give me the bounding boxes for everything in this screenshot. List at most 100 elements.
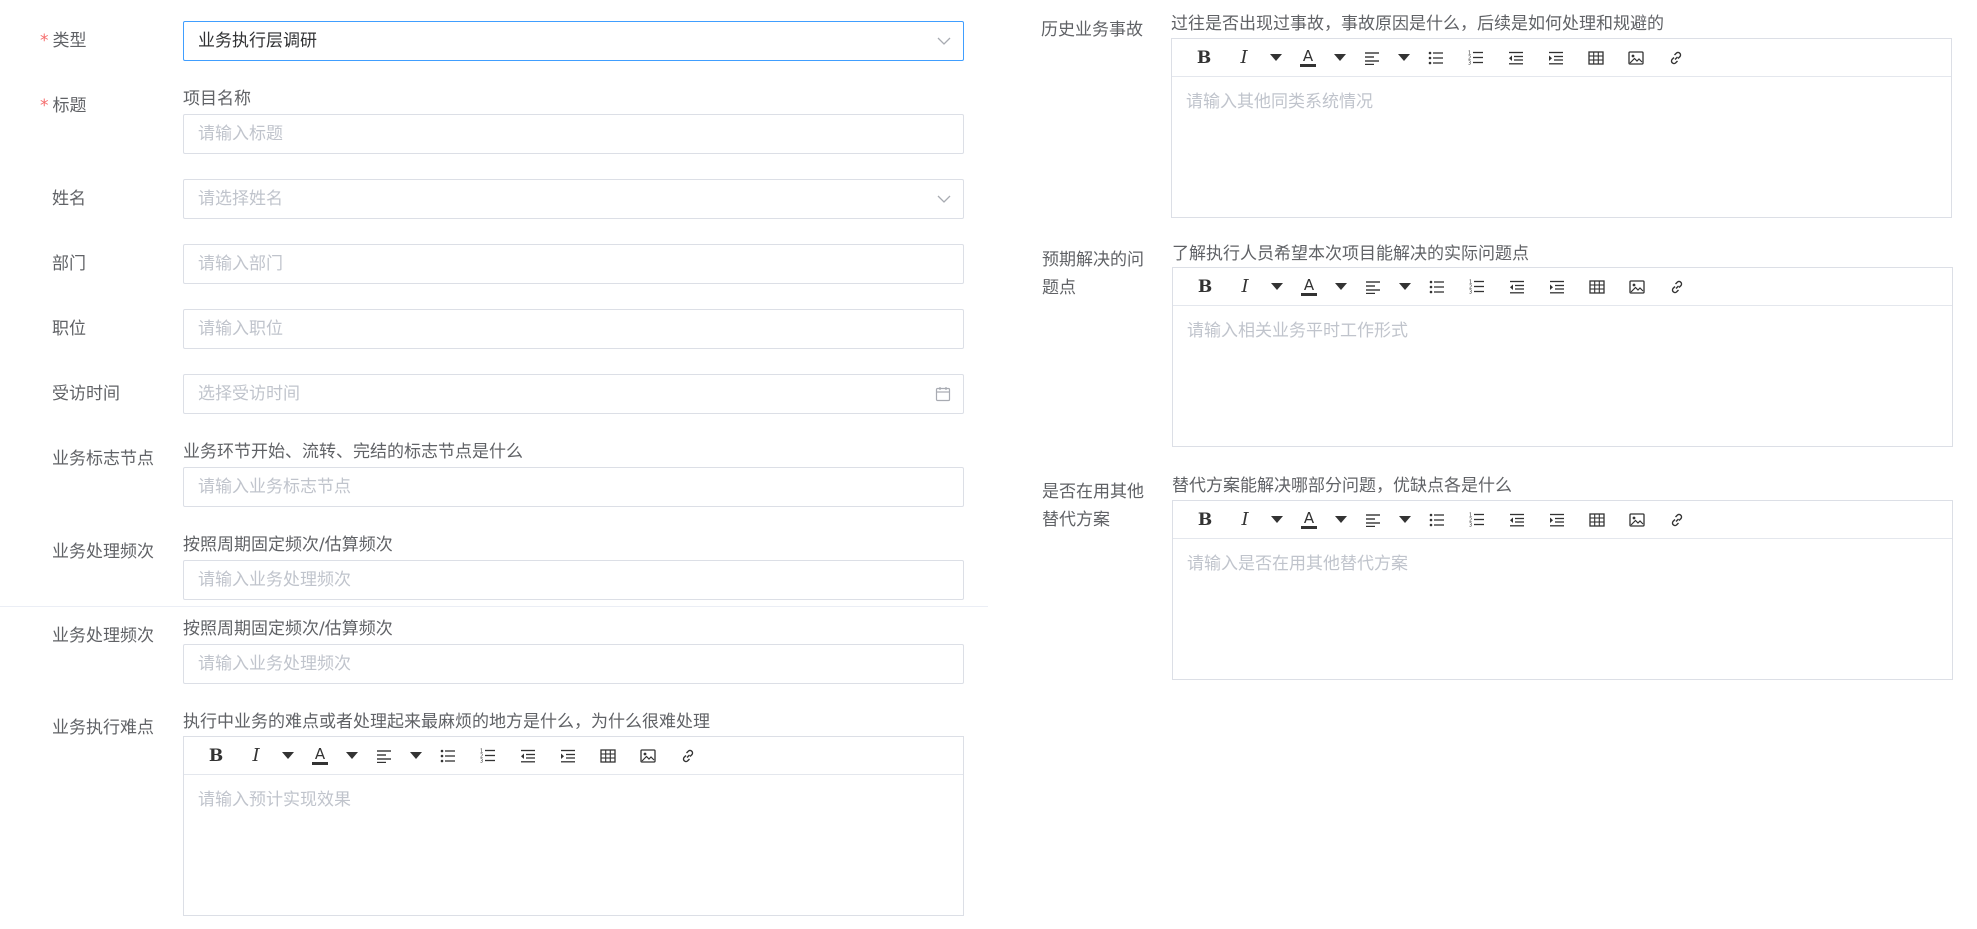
freq2-input[interactable]: 请输入业务处理频次 <box>183 644 964 684</box>
table-icon[interactable] <box>588 741 628 771</box>
accident-placeholder: 请输入其他同类系统情况 <box>1186 92 1373 112</box>
alternative-label: 是否在用其他 替代方案 <box>1042 480 1144 532</box>
visit-time-placeholder: 选择受访时间 <box>198 384 300 404</box>
font-color-button[interactable]: A <box>1289 505 1329 535</box>
title-label-text: 标题 <box>52 96 87 116</box>
font-color-dropdown-caret-icon[interactable] <box>1329 505 1353 535</box>
name-select[interactable]: 请选择姓名 <box>183 179 964 219</box>
font-color-icon: A <box>1301 277 1317 296</box>
title-hint: 项目名称 <box>183 89 251 109</box>
bullet-list-icon[interactable] <box>428 741 468 771</box>
italic-button[interactable]: I <box>1225 505 1265 535</box>
indent-increase-icon[interactable] <box>1537 272 1577 302</box>
bold-button[interactable]: B <box>196 741 236 771</box>
bullet-list-icon[interactable] <box>1416 43 1456 73</box>
link-icon[interactable] <box>1657 505 1697 535</box>
accident-hint: 过往是否出现过事故，事故原因是什么，后续是如何处理和规避的 <box>1171 14 1664 34</box>
font-color-button[interactable]: A <box>1288 43 1328 73</box>
align-left-icon[interactable] <box>1353 505 1393 535</box>
align-left-icon[interactable] <box>1353 272 1393 302</box>
italic-glyph: I <box>1240 47 1248 68</box>
align-left-icon[interactable] <box>1352 43 1392 73</box>
italic-dropdown-caret-icon[interactable] <box>1265 505 1289 535</box>
type-select-value: 业务执行层调研 <box>198 31 317 51</box>
italic-dropdown-caret-icon[interactable] <box>1265 272 1289 302</box>
table-icon[interactable] <box>1577 505 1617 535</box>
italic-button[interactable]: I <box>1225 272 1265 302</box>
visit-time-picker[interactable]: 选择受访时间 <box>183 374 964 414</box>
alternative-label-line2: 替代方案 <box>1042 510 1110 530</box>
difficulty-editor[interactable]: B I A 123 请输入预计实现效果 <box>183 736 964 916</box>
section-divider <box>0 606 988 607</box>
bold-button[interactable]: B <box>1185 505 1225 535</box>
indent-increase-icon[interactable] <box>1536 43 1576 73</box>
indent-decrease-icon[interactable] <box>508 741 548 771</box>
dept-input[interactable]: 请输入部门 <box>183 244 964 284</box>
difficulty-placeholder: 请输入预计实现效果 <box>198 790 351 810</box>
font-color-button[interactable]: A <box>300 741 340 771</box>
font-color-button[interactable]: A <box>1289 272 1329 302</box>
font-color-dropdown-caret-icon[interactable] <box>1329 272 1353 302</box>
expected-editor[interactable]: B I A 123 请输入相关业务平时工作形式 <box>1172 267 1953 447</box>
align-dropdown-caret-icon[interactable] <box>404 741 428 771</box>
image-icon[interactable] <box>1617 505 1657 535</box>
indent-decrease-icon[interactable] <box>1496 43 1536 73</box>
indent-increase-icon[interactable] <box>548 741 588 771</box>
align-dropdown-caret-icon[interactable] <box>1393 272 1417 302</box>
font-color-icon: A <box>1301 510 1317 529</box>
editor-toolbar: B I A 123 <box>1172 39 1951 77</box>
align-dropdown-caret-icon[interactable] <box>1392 43 1416 73</box>
bold-glyph: B <box>1197 276 1213 297</box>
name-label: 姓名 <box>52 189 86 209</box>
font-color-glyph: A <box>1302 47 1314 65</box>
expected-placeholder: 请输入相关业务平时工作形式 <box>1187 321 1408 341</box>
bullet-list-icon[interactable] <box>1417 272 1457 302</box>
font-color-icon: A <box>312 746 328 765</box>
difficulty-label: 业务执行难点 <box>52 718 154 738</box>
italic-button[interactable]: I <box>236 741 276 771</box>
name-placeholder: 请选择姓名 <box>198 189 283 209</box>
alternative-placeholder: 请输入是否在用其他替代方案 <box>1187 554 1408 574</box>
numbered-list-icon[interactable]: 123 <box>468 741 508 771</box>
milestone-placeholder: 请输入业务标志节点 <box>198 477 351 497</box>
milestone-label: 业务标志节点 <box>52 449 154 469</box>
accident-editor[interactable]: B I A 123 请输入其他同类系统情况 <box>1171 38 1952 218</box>
bullet-list-icon[interactable] <box>1417 505 1457 535</box>
image-icon[interactable] <box>628 741 668 771</box>
type-select[interactable]: 业务执行层调研 <box>183 21 964 61</box>
table-icon[interactable] <box>1577 272 1617 302</box>
font-color-swatch <box>1301 293 1317 296</box>
title-input[interactable]: 请输入标题 <box>183 114 964 154</box>
italic-dropdown-caret-icon[interactable] <box>1264 43 1288 73</box>
font-color-glyph: A <box>1303 276 1315 294</box>
indent-decrease-icon[interactable] <box>1497 272 1537 302</box>
type-label: * 类型 <box>40 29 87 53</box>
align-dropdown-caret-icon[interactable] <box>1393 505 1417 535</box>
italic-dropdown-caret-icon[interactable] <box>276 741 300 771</box>
milestone-input[interactable]: 请输入业务标志节点 <box>183 467 964 507</box>
image-icon[interactable] <box>1616 43 1656 73</box>
bold-button[interactable]: B <box>1185 272 1225 302</box>
link-icon[interactable] <box>668 741 708 771</box>
alternative-editor[interactable]: B I A 123 请输入是否在用其他替代方案 <box>1172 500 1953 680</box>
indent-decrease-icon[interactable] <box>1497 505 1537 535</box>
image-icon[interactable] <box>1617 272 1657 302</box>
bold-button[interactable]: B <box>1184 43 1224 73</box>
italic-button[interactable]: I <box>1224 43 1264 73</box>
indent-increase-icon[interactable] <box>1537 505 1577 535</box>
svg-text:3: 3 <box>1469 523 1472 528</box>
font-color-dropdown-caret-icon[interactable] <box>1328 43 1352 73</box>
svg-text:3: 3 <box>1469 290 1472 295</box>
numbered-list-icon[interactable]: 123 <box>1457 272 1497 302</box>
position-input[interactable]: 请输入职位 <box>183 309 964 349</box>
link-icon[interactable] <box>1656 43 1696 73</box>
position-label: 职位 <box>52 319 86 339</box>
align-left-icon[interactable] <box>364 741 404 771</box>
numbered-list-icon[interactable]: 123 <box>1457 505 1497 535</box>
table-icon[interactable] <box>1576 43 1616 73</box>
freq1-input[interactable]: 请输入业务处理频次 <box>183 560 964 600</box>
link-icon[interactable] <box>1657 272 1697 302</box>
numbered-list-icon[interactable]: 123 <box>1456 43 1496 73</box>
font-color-dropdown-caret-icon[interactable] <box>340 741 364 771</box>
difficulty-hint: 执行中业务的难点或者处理起来最麻烦的地方是什么，为什么很难处理 <box>183 712 710 732</box>
